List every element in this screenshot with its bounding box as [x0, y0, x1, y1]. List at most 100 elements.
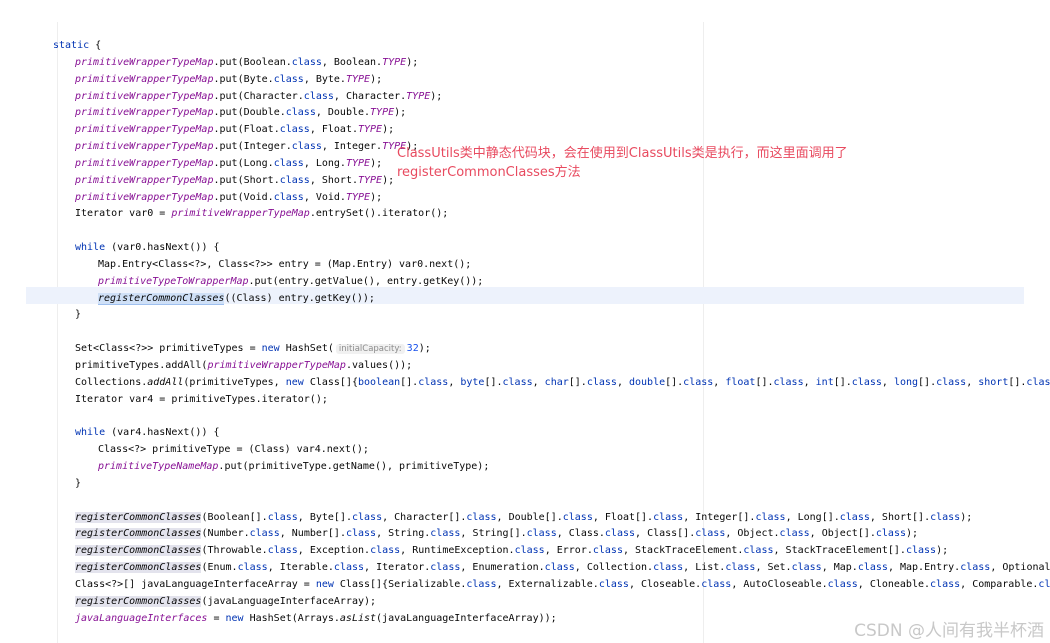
code-line: primitiveTypeNameMap.put(primitiveType.g…: [98, 458, 489, 475]
code-token: , Double.: [315, 107, 371, 119]
code-token: , Boolean.: [321, 56, 383, 68]
code-token: class: [592, 545, 623, 557]
code-token: class: [695, 528, 726, 540]
code-line: primitiveWrapperTypeMap.put(Character.cl…: [75, 88, 442, 105]
code-token: TYPE: [382, 56, 407, 68]
code-token: javaLanguageInterfaces: [75, 612, 208, 624]
code-line: }: [75, 306, 81, 323]
code-token: ,: [574, 562, 587, 574]
code-token: ,: [966, 376, 979, 388]
code-token: ,: [803, 376, 816, 388]
code-token: .put(Byte.: [213, 73, 274, 85]
code-token: Collection.: [586, 562, 654, 574]
code-token: class: [466, 578, 497, 590]
code-token: , Short.: [309, 174, 358, 186]
code-token: .entrySet().iterator();: [309, 208, 449, 220]
code-token: );: [382, 174, 395, 186]
code-token: Number.: [207, 528, 250, 540]
code-line: primitiveTypes.addAll(primitiveWrapperTy…: [75, 357, 412, 374]
code-token: class: [514, 545, 545, 557]
code-token: class: [1038, 578, 1050, 590]
code-token: ,: [773, 545, 786, 557]
code-token: boolean: [357, 376, 401, 388]
code-token: Class[]{: [303, 376, 358, 388]
code-token: .put(Float.: [213, 124, 280, 136]
code-token: );: [906, 528, 919, 540]
code-token: .put(Long.: [213, 157, 274, 169]
code-token: Class.: [568, 528, 605, 540]
code-token: Enum.: [207, 562, 238, 574]
code-token: class: [273, 73, 304, 85]
code-token: {: [89, 40, 102, 51]
code-token: }: [75, 309, 82, 321]
code-token: class: [930, 578, 961, 590]
code-token: Exception.: [309, 545, 371, 557]
code-token: .put(Integer.: [213, 141, 292, 153]
code-token: class: [267, 545, 298, 557]
code-token: class: [333, 562, 365, 574]
code-token: ,: [592, 511, 605, 523]
code-token: ,: [267, 562, 280, 574]
code-token: 32: [406, 343, 419, 355]
code-token: class: [291, 141, 322, 153]
code-token: class: [905, 545, 937, 557]
code-token: String.: [388, 528, 431, 540]
code-token: ,: [731, 578, 744, 590]
code-token: class: [653, 511, 684, 523]
code-token: class: [279, 124, 310, 136]
code-token: class: [586, 376, 617, 388]
code-token: HashSet(Arrays.: [243, 612, 340, 624]
code-token: ,: [809, 528, 822, 540]
code-token: class: [285, 107, 316, 119]
code-token: Short[].: [881, 511, 931, 523]
code-token: [].: [568, 376, 587, 388]
code-token: =: [207, 612, 226, 624]
code-token: Iterable.: [279, 562, 334, 574]
code-token: class: [352, 511, 383, 523]
code-line: primitiveWrapperTypeMap.put(Short.class,…: [75, 172, 394, 189]
annotation-line-1: ClassUtils类中静态代码块，会在使用到ClassUtils类是执行，而这…: [397, 146, 848, 161]
red-annotation-note: ClassUtils类中静态代码块，会在使用到ClassUtils类是执行，而这…: [397, 144, 957, 182]
code-token: .put(entry.getValue(), entry.getKey());: [248, 275, 484, 287]
code-editor[interactable]: static {primitiveWrapperTypeMap.put(Bool…: [0, 0, 1050, 643]
code-token: RuntimeException.: [412, 545, 515, 557]
code-token: Enumeration.: [472, 562, 545, 574]
code-line: registerCommonClasses((Class) entry.getK…: [98, 290, 375, 307]
code-token: class: [779, 528, 810, 540]
code-token: primitiveWrapperTypeMap: [75, 56, 214, 68]
code-token: new: [225, 612, 244, 624]
code-token: class: [267, 511, 298, 523]
code-line: registerCommonClasses(Enum.class, Iterab…: [75, 559, 1050, 576]
code-token: .put(Void.: [213, 191, 274, 203]
code-token: Collections.: [75, 376, 148, 388]
code-line: registerCommonClasses(javaLanguageInterf…: [75, 593, 376, 610]
code-token: .values());: [345, 359, 413, 371]
code-token: ,: [881, 376, 894, 388]
code-token: [].: [918, 376, 937, 388]
code-line: primitiveWrapperTypeMap.put(Double.class…: [75, 104, 406, 121]
code-token: );: [960, 511, 973, 523]
code-token: class: [604, 528, 636, 540]
code-token: Float[].: [604, 511, 654, 523]
code-token: .put(Character.: [213, 90, 304, 102]
code-token: (var4.hasNext()) {: [105, 427, 220, 439]
code-token: List.: [695, 562, 726, 574]
code-line: primitiveTypeToWrapperMap.put(entry.getV…: [98, 273, 483, 290]
code-token: byte: [460, 376, 485, 388]
code-token: ,: [683, 562, 696, 574]
code-token: ,: [297, 511, 310, 523]
code-token: class: [430, 562, 461, 574]
code-token: );: [406, 56, 419, 68]
code-token: class: [683, 376, 714, 388]
code-token: ,: [683, 511, 696, 523]
code-token: new: [261, 343, 280, 355]
code-token: primitiveWrapperTypeMap: [75, 90, 214, 102]
code-token: registerCommonClasses: [75, 545, 202, 557]
code-token: Optional.: [1002, 562, 1050, 574]
annotation-line-2: registerCommonClasses方法: [397, 165, 581, 180]
code-token: ,: [628, 578, 641, 590]
code-token: ,: [713, 376, 726, 388]
code-token: primitiveWrapperTypeMap: [75, 174, 214, 186]
code-line: primitiveWrapperTypeMap.put(Float.class,…: [75, 121, 394, 138]
code-token: Set.: [767, 562, 792, 574]
